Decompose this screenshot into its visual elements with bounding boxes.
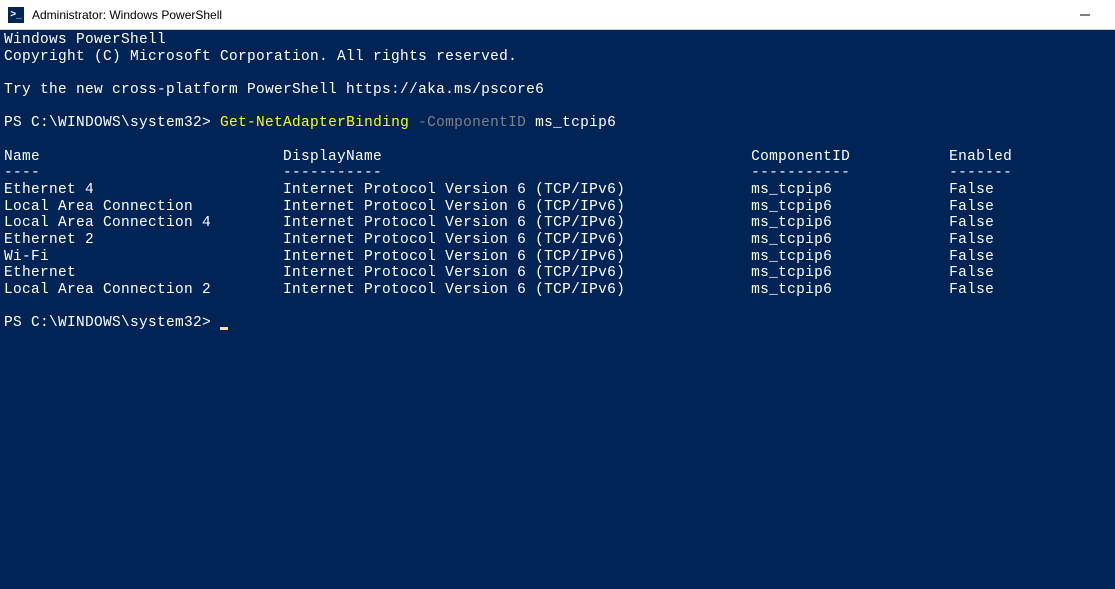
window-title: Administrator: Windows PowerShell xyxy=(32,8,222,22)
prompt-prefix: PS C:\WINDOWS\system32> xyxy=(4,315,220,331)
terminal-output[interactable]: Windows PowerShell Copyright (C) Microso… xyxy=(0,30,1115,334)
title-left: >_ Administrator: Windows PowerShell xyxy=(8,7,222,23)
window-controls xyxy=(1062,0,1107,30)
powershell-icon: >_ xyxy=(8,7,24,23)
banner-line: Windows PowerShell xyxy=(4,32,166,48)
banner-line: Try the new cross-platform PowerShell ht… xyxy=(4,82,544,98)
table-header-row: Name DisplayName ComponentID Enabled xyxy=(4,149,1012,165)
table-body: Ethernet 4 Internet Protocol Version 6 (… xyxy=(4,182,994,298)
minimize-button[interactable] xyxy=(1062,0,1107,30)
cmdlet-param: -ComponentID xyxy=(409,115,526,131)
cmdlet-arg: ms_tcpip6 xyxy=(526,115,616,131)
banner-line: Copyright (C) Microsoft Corporation. All… xyxy=(4,49,517,65)
cursor xyxy=(220,327,228,330)
table-underline-row: ---- ----------- ----------- ------- xyxy=(4,165,1012,181)
window-title-bar: >_ Administrator: Windows PowerShell xyxy=(0,0,1115,30)
cmdlet-name: Get-NetAdapterBinding xyxy=(220,115,409,131)
prompt-prefix: PS C:\WINDOWS\system32> xyxy=(4,115,220,131)
